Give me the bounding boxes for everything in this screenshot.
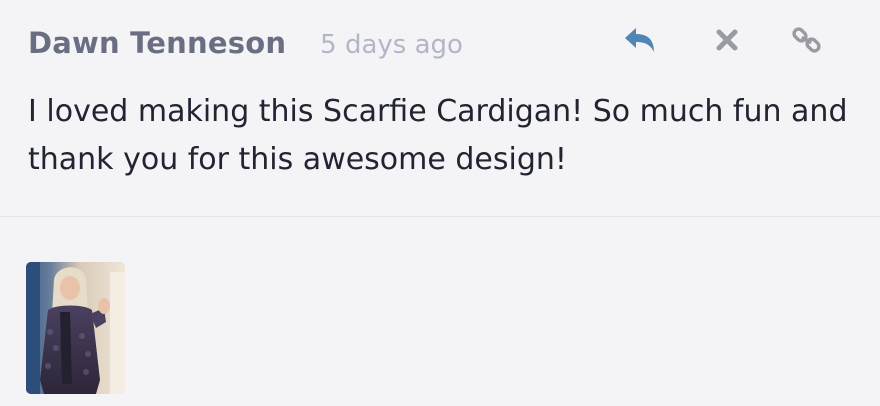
link-icon bbox=[792, 27, 821, 53]
reply-button[interactable] bbox=[620, 20, 660, 60]
comment-timestamp[interactable]: 5 days ago bbox=[320, 30, 463, 60]
photo-image bbox=[26, 262, 125, 394]
permalink-button[interactable] bbox=[787, 20, 827, 60]
author-name[interactable]: Dawn Tenneson bbox=[28, 26, 286, 60]
delete-button[interactable] bbox=[707, 20, 747, 60]
comment-header: Dawn Tenneson 5 days ago bbox=[28, 26, 463, 60]
divider bbox=[0, 216, 880, 217]
comment-actions bbox=[620, 20, 880, 60]
comment-text: I loved making this Scarfie Cardigan! So… bbox=[28, 94, 848, 177]
reply-icon bbox=[625, 28, 654, 52]
attachment-thumbnail[interactable] bbox=[26, 262, 125, 394]
comment-card: Dawn Tenneson 5 days ago I loved making … bbox=[0, 0, 880, 406]
close-icon bbox=[716, 29, 738, 51]
